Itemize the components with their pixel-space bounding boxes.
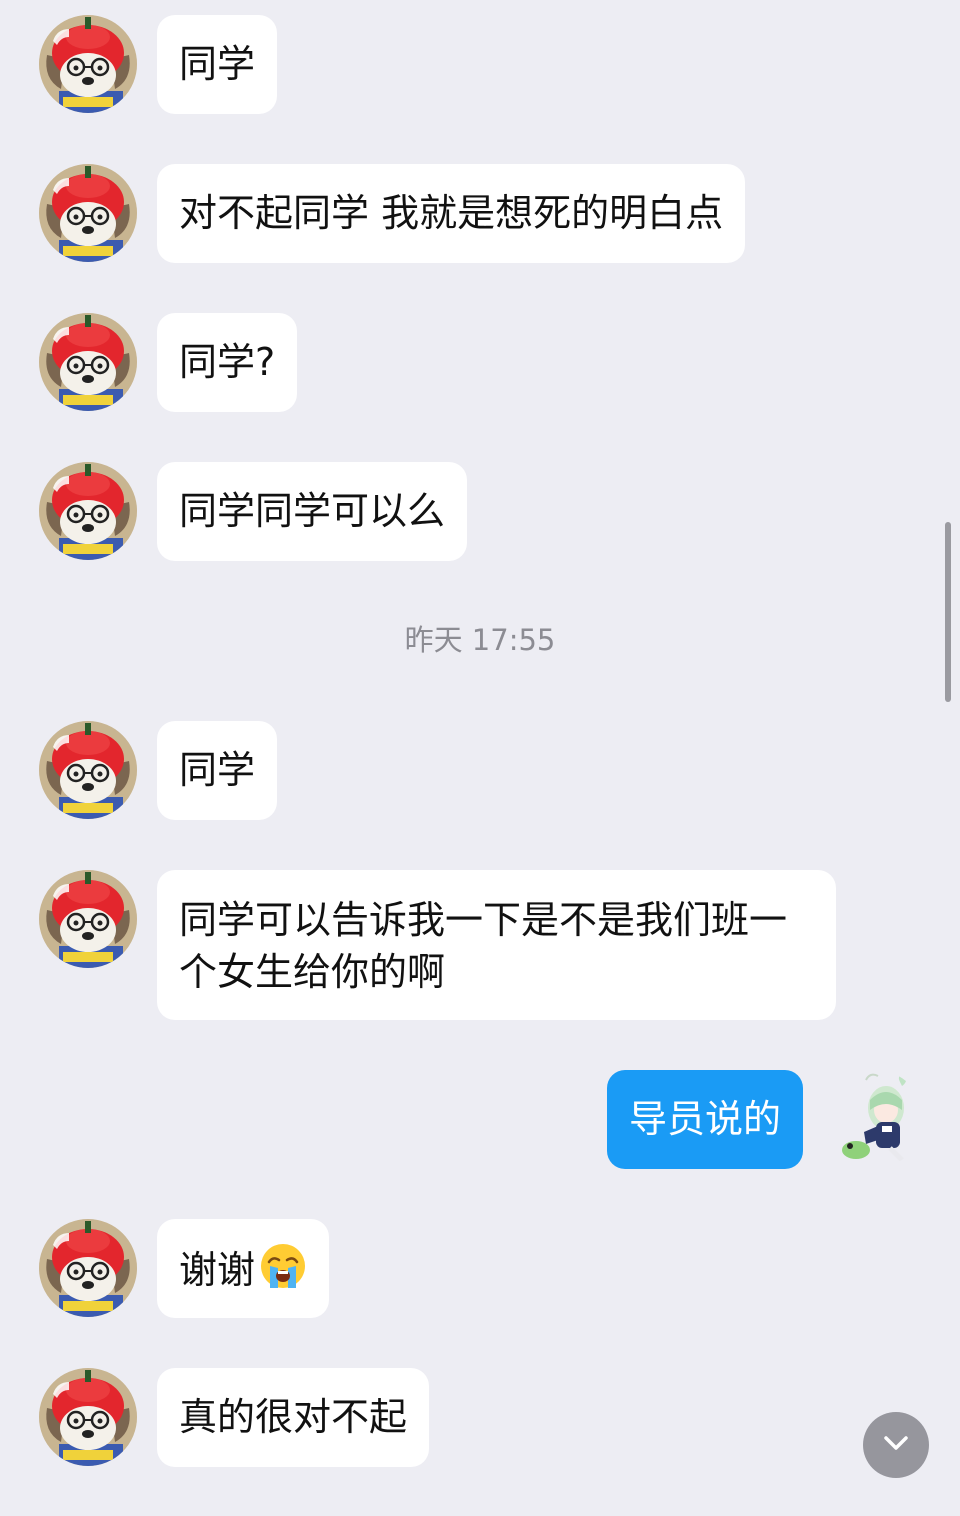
incoming-message-bubble[interactable]: 同学	[157, 15, 278, 114]
peer-avatar[interactable]	[39, 462, 137, 560]
incoming-message-bubble[interactable]: 对不起同学 我就是想死的明白点	[157, 164, 746, 263]
peer-avatar[interactable]	[39, 313, 137, 411]
peer-avatar[interactable]	[39, 1219, 137, 1317]
loudly-crying-face-emoji-icon	[259, 1242, 307, 1303]
peer-avatar[interactable]	[39, 164, 137, 262]
incoming-message-bubble[interactable]: 谢谢	[157, 1219, 330, 1318]
incoming-message-bubble[interactable]: 真的很对不起	[157, 1368, 430, 1467]
incoming-message-bubble[interactable]: 同学同学可以么	[157, 462, 468, 561]
peer-avatar[interactable]	[39, 721, 137, 819]
incoming-message-bubble[interactable]: 同学?	[157, 313, 298, 412]
incoming-message-bubble[interactable]: 同学	[157, 721, 278, 820]
timestamp-divider: 昨天 17:55	[404, 623, 556, 657]
message-text: 谢谢	[179, 1248, 256, 1292]
incoming-message-bubble[interactable]: 同学可以告诉我一下是不是我们班一个女生给你的啊	[157, 870, 836, 1020]
outgoing-message-bubble[interactable]: 导员说的	[606, 1070, 803, 1169]
peer-avatar[interactable]	[39, 870, 137, 968]
peer-avatar[interactable]	[39, 1368, 137, 1466]
chevron-down-icon	[879, 1426, 913, 1464]
self-avatar[interactable]	[826, 1070, 924, 1168]
peer-avatar[interactable]	[39, 15, 137, 113]
scrollbar-thumb[interactable]	[945, 522, 951, 702]
scroll-to-bottom-button[interactable]	[863, 1412, 929, 1478]
